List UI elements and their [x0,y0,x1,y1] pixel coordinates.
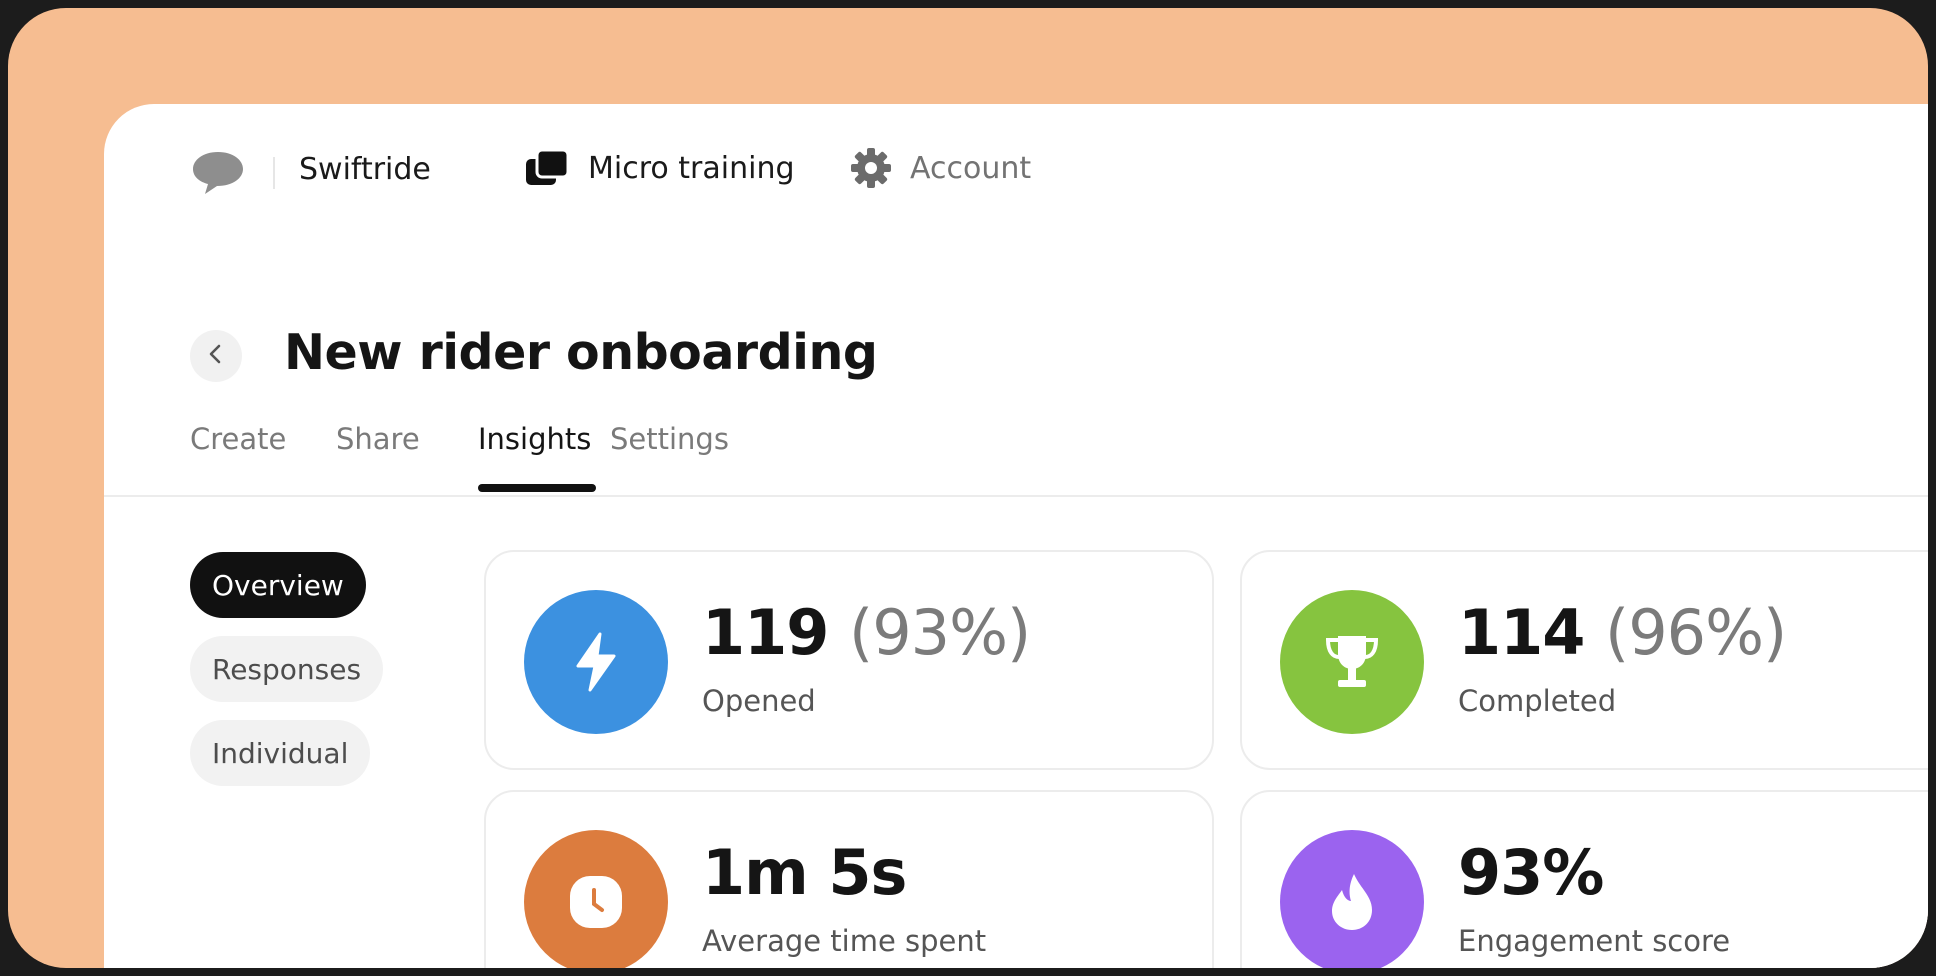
active-tab-indicator [478,484,596,492]
tab-create[interactable]: Create [190,422,286,456]
back-button[interactable] [190,330,242,382]
tab-insights[interactable]: Insights [478,422,591,456]
nav-account-label: Account [910,150,1032,186]
stat-card-engagement: 93% Engagement score [1240,790,1928,968]
filter-responses[interactable]: Responses [190,636,384,702]
opened-value: 119 (93%) [702,596,1031,669]
stat-card-avg-time: 1m 5s Average time spent [484,790,1214,968]
header-divider [104,495,1928,497]
tab-settings[interactable]: Settings [610,422,729,456]
opened-count: 119 [702,596,829,669]
stat-card-completed: 114 (96%) Completed [1240,550,1928,770]
chevron-left-icon [206,343,226,369]
engagement-label: Engagement score [1458,924,1731,958]
trophy-icon [1280,590,1424,734]
completed-percent: (96%) [1605,596,1787,669]
page-title: New rider onboarding [284,324,878,381]
nav-account[interactable]: Account [850,147,1031,189]
brand-divider [273,157,275,189]
lightning-icon [524,590,668,734]
nav-micro-training[interactable]: Micro training [524,147,795,189]
flame-icon [1280,830,1424,968]
completed-value: 114 (96%) [1458,596,1787,669]
opened-percent: (93%) [849,596,1031,669]
nav-micro-training-label: Micro training [588,150,795,186]
engagement-value: 93% [1458,836,1604,909]
tab-share[interactable]: Share [336,422,420,456]
stat-card-opened: 119 (93%) Opened [484,550,1214,770]
brand-name[interactable]: Swiftride [299,152,431,187]
opened-label: Opened [702,684,816,718]
completed-count: 114 [1458,596,1585,669]
filter-overview[interactable]: Overview [190,552,366,618]
avg-time-value: 1m 5s [702,836,907,909]
cards-stack-icon [524,147,570,189]
avg-time-label: Average time spent [702,924,987,958]
filter-individual[interactable]: Individual [190,720,371,786]
gear-icon [850,147,892,189]
completed-label: Completed [1458,684,1617,718]
window-frame: Swiftride Micro training Account New rid… [8,8,1928,968]
clock-icon [524,830,668,968]
speech-bubble-icon[interactable] [190,149,246,199]
app-window: Swiftride Micro training Account New rid… [104,104,1928,968]
